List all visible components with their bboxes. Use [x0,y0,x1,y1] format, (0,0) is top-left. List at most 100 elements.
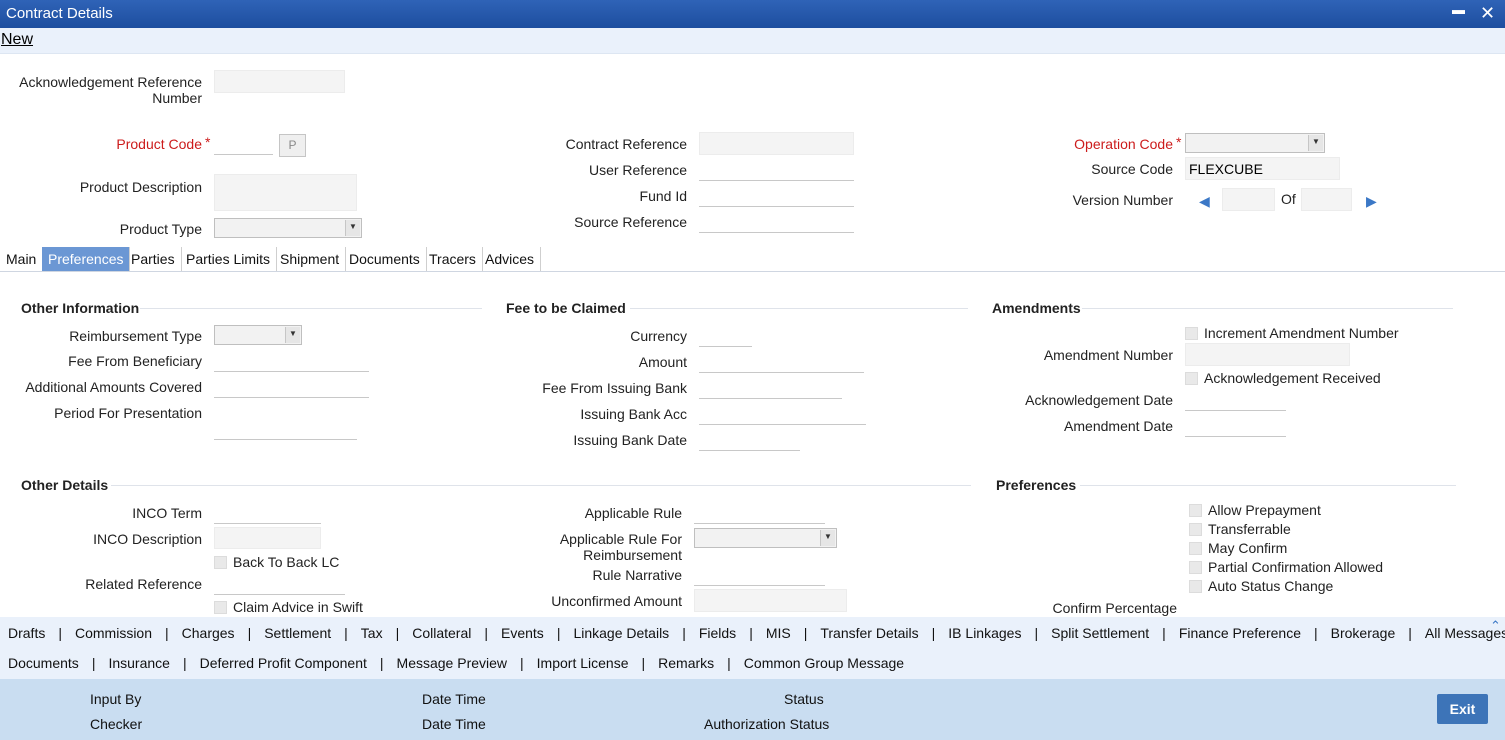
section-divider [111,485,971,486]
applicable-rule-field[interactable] [694,502,825,524]
related-reference-label: Related Reference [85,576,202,592]
reimbursement-type-select[interactable]: ▼ [214,325,302,345]
tab-documents[interactable]: Documents [343,247,427,271]
applicable-rule-reimbursement-select[interactable]: ▼ [694,528,837,548]
product-lookup-button[interactable]: P [279,134,306,157]
link-drafts[interactable]: Drafts [8,625,45,643]
amendment-number-field[interactable] [1185,343,1350,366]
menu-bar: New [0,28,1505,54]
partial-confirmation-checkbox[interactable] [1189,561,1202,574]
link-mis[interactable]: MIS [766,625,791,643]
link-collateral[interactable]: Collateral [412,625,471,643]
source-code-field[interactable]: FLEXCUBE [1185,157,1340,180]
link-tax[interactable]: Tax [361,625,383,643]
window-title: Contract Details [6,5,113,22]
chevron-down-icon: ▼ [820,530,835,546]
link-deferred-profit-component[interactable]: Deferred Profit Component [200,655,367,673]
link-brokerage[interactable]: Brokerage [1331,625,1396,643]
link-commission[interactable]: Commission [75,625,152,643]
exit-button[interactable]: Exit [1437,694,1488,724]
ack-ref-field[interactable] [214,70,345,93]
additional-amounts-covered-label: Additional Amounts Covered [25,379,202,395]
period-for-presentation-field[interactable] [214,402,357,440]
checker-date-time-label: Date Time [422,716,486,732]
other-information-heading: Other Information [21,300,140,316]
fee-from-issuing-bank-label: Fee From Issuing Bank [542,380,687,396]
version-of-label: Of [1281,191,1296,207]
transferrable-checkbox[interactable] [1189,523,1202,536]
link-insurance[interactable]: Insurance [108,655,169,673]
previous-version-icon[interactable]: ◀ [1199,193,1210,210]
rule-narrative-field[interactable] [694,564,825,586]
increment-amendment-checkbox[interactable] [1185,327,1198,340]
issuing-bank-acc-field[interactable] [699,403,866,425]
link-linkage-details[interactable]: Linkage Details [573,625,669,643]
version-current-field[interactable] [1222,188,1275,211]
link-finance-preference[interactable]: Finance Preference [1179,625,1301,643]
product-type-select[interactable]: ▼ [214,218,362,238]
link-charges[interactable]: Charges [182,625,235,643]
tab-tracers[interactable]: Tracers [423,247,483,271]
next-version-icon[interactable]: ▶ [1366,193,1377,210]
claim-advice-in-swift-checkbox[interactable] [214,601,227,614]
link-separator: | [247,625,252,641]
allow-prepayment-checkbox[interactable] [1189,504,1202,517]
inco-description-field[interactable] [214,527,321,549]
related-reference-field[interactable] [214,573,345,595]
increment-amendment-label: Increment Amendment Number [1204,325,1399,341]
link-all-messages[interactable]: All Messages [1425,625,1505,643]
fee-from-issuing-bank-field[interactable] [699,377,842,399]
tab-main[interactable]: Main [0,247,44,271]
amendment-date-label: Amendment Date [1064,418,1173,434]
date-time-label: Date Time [422,691,486,707]
amendment-date-field[interactable] [1185,415,1286,437]
link-events[interactable]: Events [501,625,544,643]
auto-status-change-checkbox[interactable] [1189,580,1202,593]
tab-parties-limits[interactable]: Parties Limits [180,247,278,271]
product-description-field[interactable] [214,174,357,211]
unconfirmed-amount-field[interactable] [694,589,847,612]
tab-preferences[interactable]: Preferences [42,247,131,271]
product-code-required: * [205,134,211,150]
contract-reference-field[interactable] [699,132,854,155]
link-import-license[interactable]: Import License [537,655,629,673]
close-icon[interactable]: ✕ [1480,3,1495,24]
link-documents[interactable]: Documents [8,655,79,673]
input-by-label: Input By [90,691,142,707]
link-split-settlement[interactable]: Split Settlement [1051,625,1149,643]
link-settlement[interactable]: Settlement [264,625,331,643]
link-separator: | [682,625,686,641]
link-remarks[interactable]: Remarks [658,655,714,673]
source-reference-field[interactable] [699,211,854,233]
section-divider [630,308,968,309]
tab-advices[interactable]: Advices [479,247,542,271]
may-confirm-checkbox[interactable] [1189,542,1202,555]
product-code-input[interactable] [214,133,273,155]
fee-from-beneficiary-field[interactable] [214,350,369,372]
tab-shipment[interactable]: Shipment [274,247,347,271]
acknowledgement-received-checkbox[interactable] [1185,372,1198,385]
minimize-icon[interactable]: ▬ [1452,2,1465,17]
version-total-field[interactable] [1301,188,1352,211]
link-ib-linkages[interactable]: IB Linkages [948,625,1021,643]
acknowledgement-date-field[interactable] [1185,389,1286,411]
additional-amounts-covered-field[interactable] [214,376,369,398]
currency-field[interactable] [699,325,752,347]
applicable-rule-label: Applicable Rule [584,505,682,521]
tab-parties[interactable]: Parties [125,247,182,271]
new-menu[interactable]: New [1,31,33,49]
link-transfer-details[interactable]: Transfer Details [820,625,918,643]
link-common-group-message[interactable]: Common Group Message [744,655,904,673]
confirm-percentage-label: Confirm Percentage [1052,600,1177,616]
back-to-back-lc-checkbox[interactable] [214,556,227,569]
link-message-preview[interactable]: Message Preview [397,655,508,673]
amount-field[interactable] [699,351,864,373]
link-fields[interactable]: Fields [699,625,736,643]
operation-code-select[interactable]: ▼ [1185,133,1325,153]
inco-term-field[interactable] [214,502,321,524]
bottom-links-row-1: Drafts | Commission | Charges | Settlement | Tax… [8,625,1505,643]
checker-label: Checker [90,716,143,732]
user-reference-field[interactable] [699,159,854,181]
issuing-bank-date-field[interactable] [699,429,800,451]
fund-id-field[interactable] [699,185,854,207]
